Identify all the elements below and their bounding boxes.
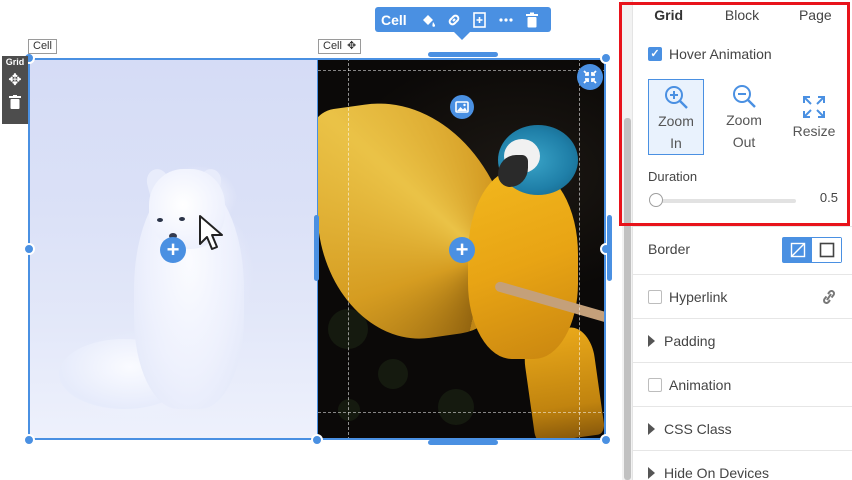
resize-handle[interactable] bbox=[23, 243, 35, 255]
image-settings-button[interactable] bbox=[450, 95, 474, 119]
resize-bar-handle[interactable] bbox=[314, 215, 319, 281]
resize-handle[interactable] bbox=[311, 434, 323, 446]
caret-right-icon bbox=[648, 334, 655, 347]
tab-grid[interactable]: Grid bbox=[632, 0, 705, 34]
zoom-out-icon bbox=[733, 85, 756, 108]
duration-value: 0.5 bbox=[819, 190, 838, 205]
grid-tag: Grid bbox=[5, 57, 25, 67]
link-icon[interactable] bbox=[444, 10, 464, 30]
mouse-cursor-icon bbox=[199, 215, 223, 250]
resize-label: Resize bbox=[792, 123, 836, 139]
trash-icon[interactable] bbox=[2, 93, 28, 117]
design-canvas: Cell Cell ✥ Grid ✥ + + Cell bbox=[0, 0, 622, 480]
move-icon[interactable]: ✥ bbox=[347, 40, 356, 52]
cell-toolbar: Cell bbox=[375, 7, 551, 32]
hover-animation-label: Hover Animation bbox=[669, 46, 772, 62]
cell-left-tag[interactable]: Cell bbox=[28, 39, 57, 54]
hide-on-devices-label: Hide On Devices bbox=[664, 464, 770, 480]
checkbox-unchecked-icon[interactable] bbox=[648, 377, 662, 392]
zoom-in-icon bbox=[665, 86, 688, 109]
move-icon[interactable]: ✥ bbox=[2, 69, 28, 93]
resize-handle[interactable] bbox=[600, 52, 612, 64]
hyperlink-label: Hyperlink bbox=[669, 288, 728, 305]
css-class-row[interactable]: CSS Class bbox=[633, 406, 852, 450]
caret-right-icon bbox=[648, 466, 655, 479]
border-none-button[interactable] bbox=[783, 238, 812, 262]
zoom-in-label-1: Zoom bbox=[658, 113, 694, 129]
checkbox-unchecked-icon[interactable] bbox=[648, 289, 662, 304]
toolbar-label: Cell bbox=[381, 11, 407, 28]
tab-block[interactable]: Block bbox=[705, 0, 778, 34]
zoom-in-label-2: In bbox=[670, 135, 682, 151]
panel-scrollbar-thumb[interactable] bbox=[624, 118, 631, 480]
caret-right-icon bbox=[648, 422, 655, 435]
shrink-button[interactable] bbox=[577, 64, 603, 90]
add-block-button[interactable]: + bbox=[449, 237, 475, 263]
shrink-icon bbox=[583, 70, 597, 84]
hyperlink-row[interactable]: Hyperlink bbox=[633, 274, 852, 318]
paint-bucket-icon[interactable] bbox=[418, 10, 438, 30]
tab-page[interactable]: Page bbox=[779, 0, 852, 34]
editor-screen: Cell Cell ✥ Grid ✥ + + Cell Grid Block P… bbox=[0, 0, 852, 480]
animation-row[interactable]: Animation bbox=[633, 362, 852, 406]
resize-handle[interactable] bbox=[600, 434, 612, 446]
duration-slider-knob[interactable] bbox=[649, 193, 663, 207]
resize-bar-handle[interactable] bbox=[607, 215, 612, 281]
zoom-out-option[interactable]: Zoom Out bbox=[716, 79, 772, 155]
hover-animation-toggle[interactable]: ✓ Hover Animation bbox=[648, 45, 772, 63]
trash-icon[interactable] bbox=[522, 10, 542, 30]
add-block-button[interactable]: + bbox=[160, 237, 186, 263]
solid-border-icon bbox=[819, 242, 834, 258]
padding-row[interactable]: Padding bbox=[633, 318, 852, 362]
zoom-out-label-2: Out bbox=[732, 134, 756, 150]
resize-option[interactable]: Resize bbox=[786, 90, 842, 166]
add-column-icon[interactable] bbox=[470, 10, 490, 30]
duration-label: Duration bbox=[648, 169, 698, 184]
border-row: Border bbox=[633, 226, 852, 270]
more-icon[interactable] bbox=[496, 10, 516, 30]
panel-tabs: Grid Block Page bbox=[632, 0, 852, 34]
zoom-out-label-1: Zoom bbox=[726, 112, 762, 128]
resize-handle[interactable] bbox=[23, 434, 35, 446]
zoom-in-option[interactable]: Zoom In bbox=[648, 79, 704, 155]
image-icon bbox=[455, 101, 469, 113]
duration-slider[interactable] bbox=[652, 199, 796, 203]
animation-label: Animation bbox=[669, 376, 732, 393]
padding-label: Padding bbox=[664, 332, 716, 349]
border-style-buttons bbox=[782, 237, 842, 263]
cell-right-tag[interactable]: Cell ✥ bbox=[318, 39, 362, 54]
no-border-icon bbox=[790, 242, 805, 258]
cell-tag-label: Cell bbox=[323, 40, 342, 52]
link-icon[interactable] bbox=[820, 289, 838, 308]
toolbar-pointer bbox=[454, 32, 470, 40]
cell-tag-label: Cell bbox=[33, 40, 52, 52]
hide-on-devices-row[interactable]: Hide On Devices bbox=[633, 450, 852, 480]
border-solid-button[interactable] bbox=[812, 238, 841, 262]
css-class-label: CSS Class bbox=[664, 420, 732, 437]
resize-bar-handle[interactable] bbox=[428, 52, 498, 57]
grid-tools: Grid ✥ bbox=[2, 56, 28, 124]
resize-icon bbox=[803, 96, 825, 118]
resize-bar-handle[interactable] bbox=[428, 440, 498, 445]
checkbox-checked-icon[interactable]: ✓ bbox=[648, 47, 662, 61]
border-label: Border bbox=[648, 240, 691, 257]
